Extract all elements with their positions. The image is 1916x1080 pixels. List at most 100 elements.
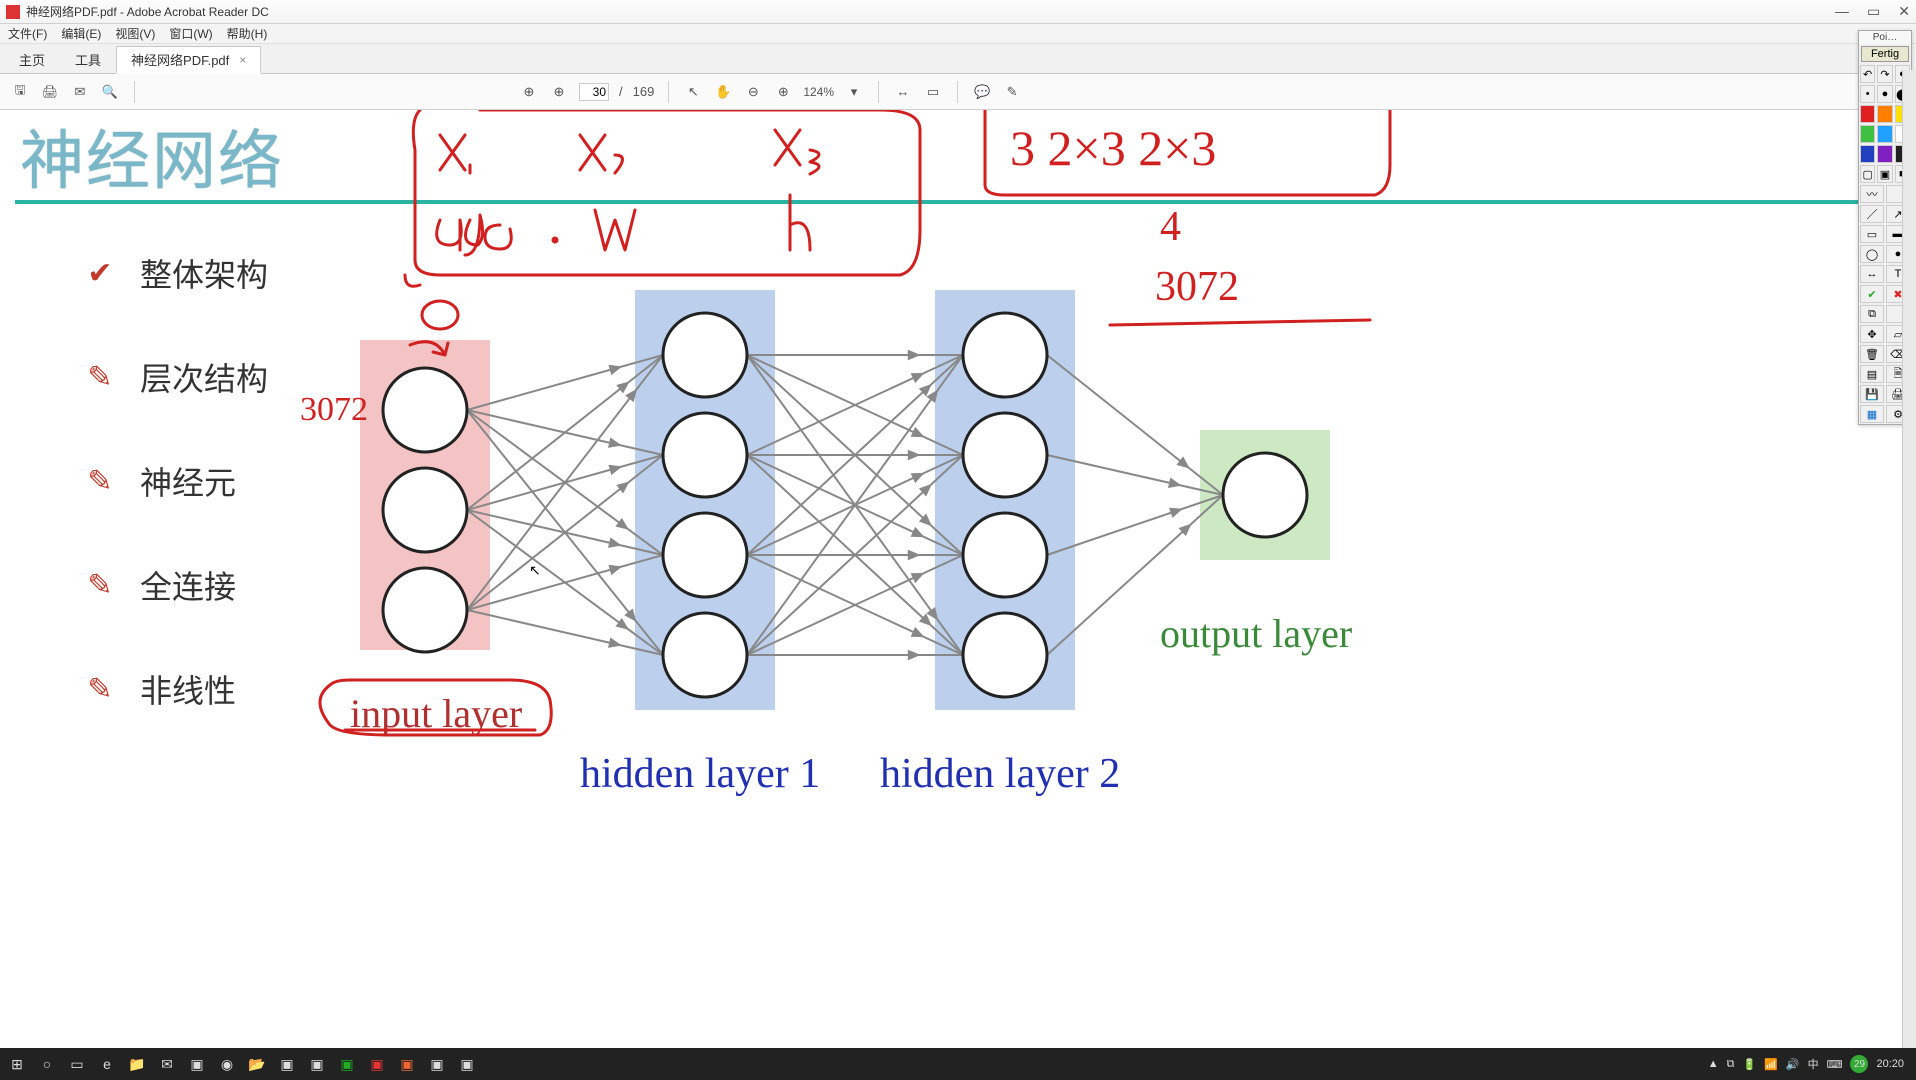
search-icon[interactable]: 🔍 xyxy=(100,84,120,100)
tab-home[interactable]: 主页 xyxy=(4,45,60,73)
vs-icon[interactable]: ▣ xyxy=(274,1051,300,1077)
battery-icon[interactable]: 🔋 xyxy=(1742,1058,1756,1071)
bullet-text: 神经元 xyxy=(140,458,236,504)
pencil-icon: ✎ xyxy=(80,568,120,603)
pointofix-done-button[interactable]: Fertig xyxy=(1861,46,1909,62)
save-icon[interactable]: 💾 xyxy=(1860,385,1884,403)
separator xyxy=(878,81,879,103)
clock[interactable]: 20:20 xyxy=(1876,1059,1904,1070)
acrobat-icon[interactable]: ▣ xyxy=(364,1051,390,1077)
fit-width-icon[interactable]: ↔ xyxy=(893,84,913,99)
volume-icon[interactable]: 🔊 xyxy=(1786,1058,1800,1071)
ime-lang[interactable]: 中 xyxy=(1808,1056,1819,1072)
ime-icon[interactable]: ⌨ xyxy=(1827,1058,1843,1071)
fit-page-icon[interactable]: ▭ xyxy=(923,84,943,100)
list-item: ✎ 非线性 xyxy=(80,666,268,712)
taskview-icon[interactable]: ▭ xyxy=(64,1051,90,1077)
line-icon[interactable]: ／ xyxy=(1860,205,1884,223)
tab-tools-label: 工具 xyxy=(75,50,101,69)
taskbar: ⊞ ○ ▭ e 📁 ✉ ▣ ◉ 📂 ▣ ▣ ▣ ▣ ▣ ▣ ▣ ▲ ⧉ 🔋 📶 … xyxy=(0,1048,1916,1080)
page-number-input[interactable] xyxy=(579,83,609,101)
explorer-icon[interactable]: 📁 xyxy=(124,1051,150,1077)
hidden1-node xyxy=(663,313,747,397)
tab-document[interactable]: 神经网络PDF.pdf × xyxy=(116,46,261,74)
ppt-icon[interactable]: ▣ xyxy=(394,1051,420,1077)
page-icon[interactable]: ▤ xyxy=(1860,365,1884,383)
zoom-out-icon[interactable]: ⊖ xyxy=(743,84,763,100)
mail-icon[interactable]: ✉ xyxy=(70,84,90,100)
color-swatch[interactable] xyxy=(1860,145,1875,163)
app2-icon[interactable]: ▣ xyxy=(424,1051,450,1077)
zoom-in-icon[interactable]: ⊕ xyxy=(773,84,793,100)
tab-close-icon[interactable]: × xyxy=(239,53,246,67)
zoom-dropdown-icon[interactable]: ▾ xyxy=(844,84,864,100)
tab-tools[interactable]: 工具 xyxy=(60,45,116,73)
color-swatch[interactable] xyxy=(1877,125,1892,143)
board-icon[interactable]: ▦ xyxy=(1860,405,1884,423)
color-swatch[interactable] xyxy=(1877,105,1892,123)
excel-icon[interactable]: ▣ xyxy=(334,1051,360,1077)
menu-edit[interactable]: 编辑(E) xyxy=(61,25,101,42)
hand-tool-icon[interactable]: ✋ xyxy=(713,84,733,100)
move-icon[interactable]: ✥ xyxy=(1860,325,1884,343)
maximize-button[interactable]: ▭ xyxy=(1867,3,1880,20)
menu-bar: 文件(F) 编辑(E) 视图(V) 窗口(W) 帮助(H) xyxy=(0,24,1916,44)
menu-file[interactable]: 文件(F) xyxy=(8,25,47,42)
redo-icon[interactable]: ↷ xyxy=(1877,65,1892,83)
mail-icon[interactable]: ✉ xyxy=(154,1051,180,1077)
opacity1-icon[interactable]: ▢ xyxy=(1860,165,1875,183)
size-small-icon[interactable]: • xyxy=(1860,85,1875,103)
page-up-icon[interactable]: ⊕ xyxy=(519,84,539,100)
color-swatch[interactable] xyxy=(1860,125,1875,143)
menu-view[interactable]: 视图(V) xyxy=(115,25,155,42)
page-title: 神经网络 xyxy=(20,110,284,202)
document-viewport[interactable]: 神经网络 ✔ 整体架构 ✎ 层次结构 ✎ 神经元 ✎ 全连接 ✎ 非线性 xyxy=(0,110,1916,1048)
check-icon[interactable]: ✔ xyxy=(1860,285,1884,303)
page-down-icon[interactable]: ⊕ xyxy=(549,84,569,100)
pencil-icon: ✎ xyxy=(80,360,120,395)
hidden1-node xyxy=(663,613,747,697)
start-button[interactable]: ⊞ xyxy=(4,1051,30,1077)
tray-icon[interactable]: ▲ xyxy=(1708,1058,1719,1070)
edge-icon[interactable]: e xyxy=(94,1051,120,1077)
window-title: 神经网络PDF.pdf - Adobe Acrobat Reader DC xyxy=(26,3,269,20)
app-icon[interactable]: ▣ xyxy=(184,1051,210,1077)
title-bar: 神经网络PDF.pdf - Adobe Acrobat Reader DC — … xyxy=(0,0,1916,24)
menu-window[interactable]: 窗口(W) xyxy=(169,25,212,42)
wifi-icon[interactable]: 📶 xyxy=(1764,1058,1778,1071)
undo-icon[interactable]: ↶ xyxy=(1860,65,1875,83)
date-badge[interactable]: 29 xyxy=(1850,1055,1868,1073)
save-icon[interactable]: 🖫 xyxy=(10,81,30,103)
comment-icon[interactable]: 💬 xyxy=(972,84,992,100)
list-item: ✔ 整体架构 xyxy=(80,250,268,296)
menu-help[interactable]: 帮助(H) xyxy=(227,25,268,42)
app-icon xyxy=(6,5,20,19)
color-swatch[interactable] xyxy=(1860,105,1875,123)
opacity2-icon[interactable]: ▣ xyxy=(1877,165,1892,183)
ellipse-icon[interactable]: ◯ xyxy=(1860,245,1884,263)
app3-icon[interactable]: ▣ xyxy=(454,1051,480,1077)
term-icon[interactable]: ▣ xyxy=(304,1051,330,1077)
input-node xyxy=(383,468,467,552)
select-tool-icon[interactable]: ↖ xyxy=(683,84,703,100)
list-item: ✎ 全连接 xyxy=(80,562,268,608)
minimize-button[interactable]: — xyxy=(1835,3,1849,20)
side-panel-collapsed[interactable] xyxy=(1902,70,1916,1048)
close-button[interactable]: ✕ xyxy=(1898,3,1910,20)
color-swatch[interactable] xyxy=(1877,145,1892,163)
print-icon[interactable]: 🖨 xyxy=(40,84,60,100)
rect-icon[interactable]: ▭ xyxy=(1860,225,1884,243)
cortana-icon[interactable]: ○ xyxy=(34,1051,60,1077)
list-item: ✎ 神经元 xyxy=(80,458,268,504)
dblarrow-icon[interactable]: ↔ xyxy=(1860,265,1884,283)
chrome-icon[interactable]: ◉ xyxy=(214,1051,240,1077)
size-med-icon[interactable]: ● xyxy=(1877,85,1892,103)
highlight-icon[interactable]: ✎ xyxy=(1002,84,1022,100)
zoomrect-icon[interactable]: ⧉ xyxy=(1860,305,1884,323)
input-node xyxy=(383,368,467,452)
tray-icon[interactable]: ⧉ xyxy=(1727,1058,1735,1071)
trash-icon[interactable]: 🗑 xyxy=(1860,345,1884,363)
folder-icon[interactable]: 📂 xyxy=(244,1051,270,1077)
input-node xyxy=(383,568,467,652)
freehand-icon[interactable]: 〰 xyxy=(1860,185,1884,203)
